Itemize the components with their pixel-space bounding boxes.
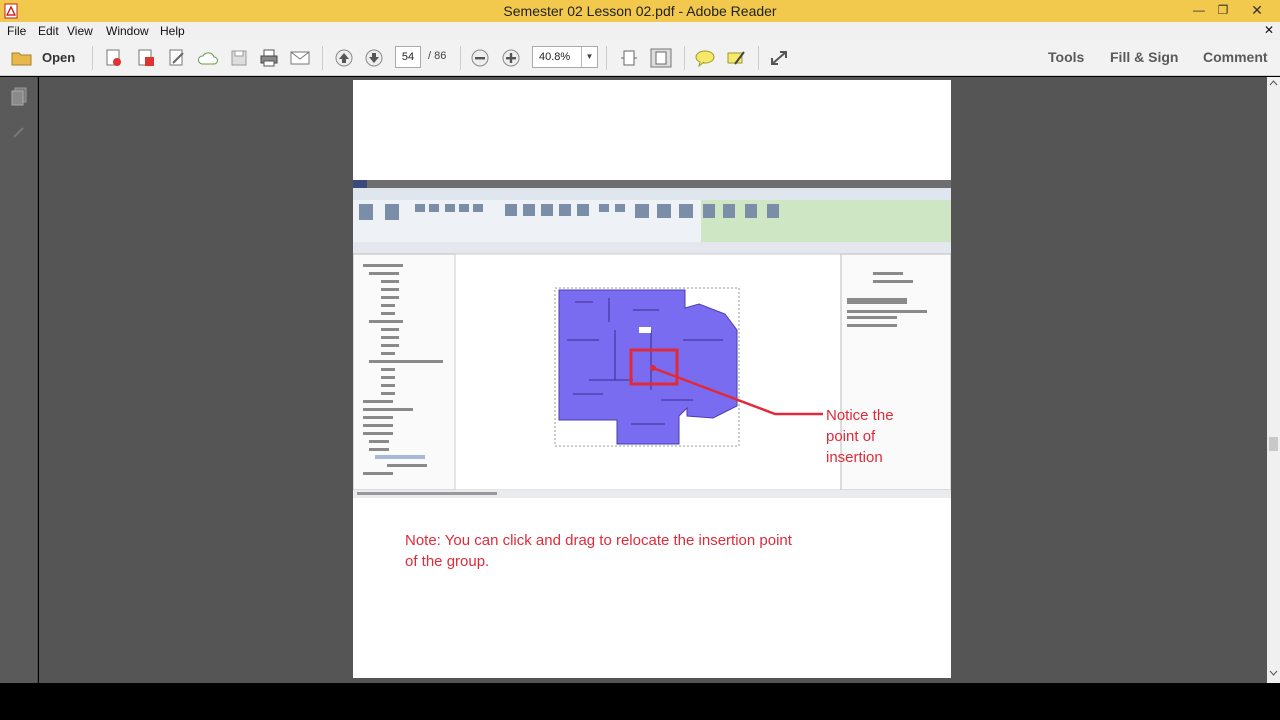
print-icon[interactable] xyxy=(258,48,280,68)
cloud-upload-icon[interactable] xyxy=(197,48,219,68)
comment-pane-button[interactable]: Comment xyxy=(1203,49,1268,65)
folder-open-icon[interactable] xyxy=(10,48,34,68)
note-line: of the group. xyxy=(405,553,490,570)
previous-page-icon[interactable] xyxy=(334,48,354,68)
callout-line: point of xyxy=(826,428,876,445)
tools-pane-button[interactable]: Tools xyxy=(1048,49,1084,65)
create-pdf-icon[interactable] xyxy=(104,48,124,68)
note-paragraph: Note: You can click and drag to relocate… xyxy=(405,530,925,572)
chevron-down-icon[interactable]: ▼ xyxy=(581,47,597,67)
callout-line: insertion xyxy=(826,449,883,466)
zoom-level-value: 40.8% xyxy=(539,51,571,63)
title-bar: Semester 02 Lesson 02.pdf - Adobe Reader… xyxy=(0,0,1280,22)
zoom-out-icon[interactable] xyxy=(470,48,490,68)
fill-sign-pane-button[interactable]: Fill & Sign xyxy=(1110,49,1178,65)
fit-page-icon[interactable] xyxy=(619,48,639,68)
menu-edit[interactable]: Edit xyxy=(38,24,59,38)
save-icon[interactable] xyxy=(229,48,249,68)
menu-window[interactable]: Window xyxy=(106,24,149,38)
toolbar-divider xyxy=(322,46,323,70)
toolbar: Open 54 / 86 40.8% ▼ Tools Fill & Sign C… xyxy=(0,40,1280,76)
page-total: / 86 xyxy=(428,50,447,62)
restore-button[interactable]: ❐ xyxy=(1208,0,1238,22)
note-line: Note: You can click and drag to relocate… xyxy=(405,532,792,549)
callout-annotation: Notice the point of insertion xyxy=(826,405,894,468)
full-screen-icon[interactable] xyxy=(768,48,790,68)
callout-line: Notice the xyxy=(826,407,894,424)
export-pdf-icon[interactable] xyxy=(136,48,156,68)
menu-file[interactable]: File xyxy=(7,24,26,38)
page-number-input[interactable]: 54 xyxy=(395,46,421,68)
highlight-icon[interactable] xyxy=(725,48,747,68)
vertical-scrollbar[interactable] xyxy=(1267,77,1280,683)
edit-pdf-icon[interactable] xyxy=(167,48,187,68)
next-page-icon[interactable] xyxy=(364,48,384,68)
sticky-note-icon[interactable] xyxy=(694,48,716,68)
menu-help[interactable]: Help xyxy=(160,24,185,38)
menu-bar: File Edit View Window Help ✕ xyxy=(0,22,1280,40)
email-icon[interactable] xyxy=(289,48,311,68)
scroll-down-icon[interactable] xyxy=(1269,669,1278,677)
window-title: Semester 02 Lesson 02.pdf - Adobe Reader xyxy=(503,3,777,19)
open-button[interactable]: Open xyxy=(42,50,75,65)
toolbar-divider xyxy=(92,46,93,70)
fit-width-icon[interactable] xyxy=(650,48,672,68)
zoom-level-select[interactable]: 40.8% ▼ xyxy=(532,46,598,68)
close-window-button[interactable]: ✕ xyxy=(1242,0,1272,22)
menu-view[interactable]: View xyxy=(67,24,93,38)
toolbar-divider xyxy=(684,46,685,70)
scrollbar-thumb[interactable] xyxy=(1269,437,1278,451)
navigation-pane xyxy=(0,77,38,683)
toolbar-divider xyxy=(606,46,607,70)
scroll-up-icon[interactable] xyxy=(1269,79,1278,87)
zoom-in-icon[interactable] xyxy=(501,48,521,68)
page-thumbnails-icon[interactable] xyxy=(10,87,28,107)
attachments-icon[interactable] xyxy=(10,123,28,141)
toolbar-divider xyxy=(460,46,461,70)
toolbar-divider xyxy=(758,46,759,70)
bottom-letterbox xyxy=(0,683,1280,720)
close-document-icon[interactable]: ✕ xyxy=(1264,23,1274,37)
